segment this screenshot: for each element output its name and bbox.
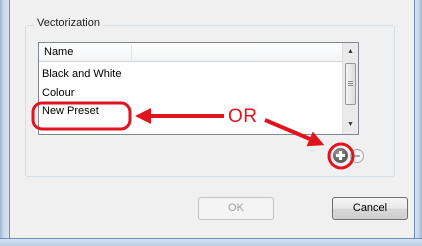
highlight-new-preset <box>31 101 132 131</box>
arrow-to-add-button <box>264 118 325 147</box>
annotation-or-label: OR <box>228 106 258 127</box>
annotation-overlay <box>31 101 355 170</box>
highlight-add-button <box>327 142 355 170</box>
